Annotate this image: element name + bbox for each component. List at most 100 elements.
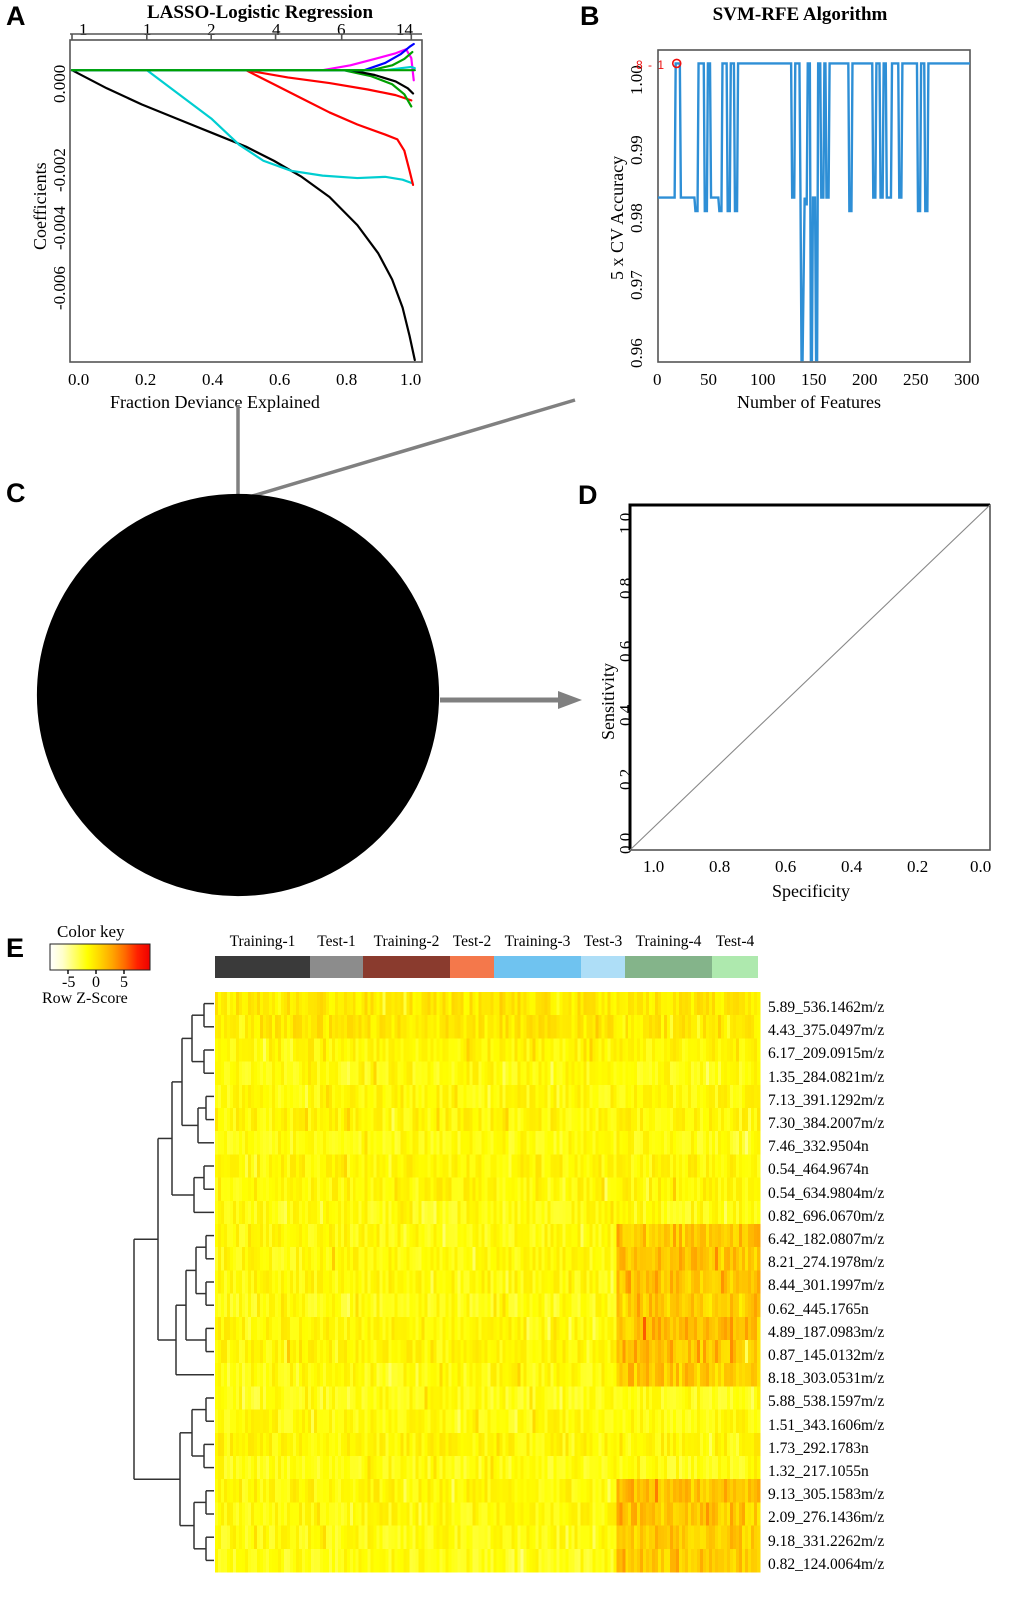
heatmap-cell (757, 1479, 761, 1503)
svm-rfe-accuracy-line (658, 62, 970, 362)
heatmap-cell (757, 1154, 761, 1179)
heatmap-cell (757, 1177, 761, 1202)
heatmap-cell (757, 1015, 761, 1039)
heatmap-cell (757, 1409, 761, 1434)
heatmap-row-label-2: 6.17_209.0915m/z (768, 1045, 885, 1063)
heatmap-body (215, 992, 761, 1573)
panel-b-title: SVM-RFE Algorithm (712, 4, 888, 25)
color-key-title: Color key (57, 922, 125, 941)
panel-letter-e: E (6, 933, 25, 963)
panel-c-venn (36, 493, 440, 897)
heatmap-row-label-21: 9.13_305.1583m/z (768, 1486, 885, 1504)
heatmap-row-label-0: 5.89_536.1462m/z (768, 999, 885, 1016)
color-key-gradient (49, 943, 151, 974)
lasso-path-8 (70, 50, 414, 72)
heatmap-row-label-16: 8.18_303.0531m/z (768, 1370, 885, 1388)
lasso-path-2 (70, 69, 415, 186)
panel-b-y-tick-3: 0.99 (627, 135, 646, 165)
panel-b-plot (657, 49, 971, 363)
panel-a-y-axis-label: Coefficients (30, 162, 50, 250)
heatmap-cell (757, 1084, 761, 1109)
heatmap-cell (757, 1293, 761, 1318)
group-swatch-4 (494, 956, 581, 978)
heatmap-row-label-17: 5.88_538.1597m/z (768, 1393, 885, 1411)
venn-inner-label: LASSO (203, 698, 266, 719)
heatmap-row-label-10: 6.42_182.0807m/z (768, 1231, 885, 1248)
heatmap-cell (757, 1247, 761, 1271)
panel-letter-b: B (580, 1, 600, 31)
heatmap-row-label-8: 0.54_634.9804m/z (768, 1184, 885, 1202)
group-swatch-5 (581, 956, 625, 978)
heatmap-row-label-20: 1.32_217.1055n (768, 1463, 869, 1480)
heatmap-cell (757, 1224, 761, 1248)
group-swatch-2 (363, 956, 450, 978)
heatmap-row-label-4: 7.13_391.1292m/z (768, 1091, 885, 1109)
heatmap-group-colorbar (215, 956, 758, 978)
group-swatch-6 (625, 956, 712, 978)
heatmap-row-label-5: 7.30_384.2007m/z (768, 1115, 885, 1132)
panel-a-y-tick-1: -0.002 (50, 148, 69, 192)
heatmap-cell (757, 1502, 761, 1527)
heatmap-cell (757, 1108, 761, 1132)
heatmap-cell (757, 1548, 761, 1573)
panel-d-x-tick-3: 0.4 (841, 857, 863, 876)
heatmap-row-label-9: 0.82_696.0670m/z (768, 1207, 885, 1225)
panel-d-plot (628, 503, 991, 851)
panel-letter-a: A (6, 1, 26, 31)
panel-a-top-tick-5: 14 (396, 20, 413, 39)
panel-a-top-tick-0: 1 (79, 20, 88, 39)
lasso-path-0 (70, 69, 416, 362)
heatmap-row-label-12: 8.44_301.1997m/z (768, 1277, 885, 1295)
panel-d-y-axis-label: Sensitivity (598, 662, 618, 740)
group-swatch-1 (310, 956, 363, 978)
heatmap-row-label-1: 4.43_375.0497m/z (768, 1022, 885, 1040)
heatmap-cell (757, 1340, 761, 1364)
venn-inner-circle-lasso (146, 647, 246, 747)
group-swatch-7 (712, 956, 758, 978)
group-label-6: Training-4 (635, 933, 702, 950)
panel-letter-d: D (578, 480, 598, 510)
group-label-0: Training-1 (229, 933, 296, 950)
heatmap-cell (757, 992, 761, 1016)
heatmap-cell (757, 1200, 761, 1225)
panel-b-y-axis-label: 5 x CV Accuracy (607, 155, 627, 280)
connector-c-to-d-arrowhead (558, 691, 582, 709)
figure-root: A LASSO-Logistic Regression 1 1 2 4 6 14… (0, 0, 1020, 1600)
heatmap-row-label-11: 8.21_274.1978m/z (768, 1254, 885, 1272)
color-key-subtitle: Row Z-Score (42, 990, 128, 1007)
heatmap-cell (757, 1131, 761, 1155)
heatmap-row-label-6: 7.46_332.9504n (768, 1138, 869, 1156)
heatmap-cell (757, 1316, 761, 1341)
group-swatch-0 (215, 956, 310, 978)
panel-d-x-tick-1: 0.8 (709, 857, 731, 876)
heatmap-row-label-15: 0.87_145.0132m/z (768, 1347, 885, 1364)
panel-a-plot (69, 33, 423, 363)
heatmap-row-dendrogram (133, 1002, 214, 1562)
color-key-bar (49, 943, 151, 971)
group-label-7: Test-4 (715, 933, 755, 950)
venn-outer-count: 286 (288, 592, 317, 613)
heatmap-row-label-18: 1.51_343.1606m/z (768, 1416, 885, 1434)
heatmap-cell (757, 1432, 761, 1457)
heatmap-cell (757, 1061, 761, 1086)
group-label-5: Test-3 (583, 933, 623, 950)
group-label-4: Training-3 (504, 933, 571, 950)
panel-d-x-axis-label: Specificity (772, 881, 850, 901)
group-swatch-3 (450, 956, 494, 978)
panel-a-y-tick-0: 0.000 (50, 64, 69, 103)
heatmap-cell (757, 1270, 761, 1295)
heatmap-cell (757, 1386, 761, 1411)
heatmap-row-label-14: 4.89_187.0983m/z (768, 1323, 885, 1341)
heatmap-row-label-13: 0.62_445.1765n (768, 1300, 869, 1318)
venn-overlap-label: Overlap (197, 625, 264, 646)
group-label-1: Test-1 (317, 933, 356, 950)
heatmap-row-label-24: 0.82_124.0064m/z (768, 1555, 885, 1573)
heatmap-row-label-19: 1.73_292.1783n (768, 1439, 869, 1457)
venn-outer-label: SVM_RFE (302, 663, 392, 684)
panel-d-x-tick-0: 1.0 (643, 857, 665, 876)
panel-d-x-tick-4: 0.2 (907, 857, 929, 876)
roc-chance-diagonal (629, 504, 991, 851)
group-label-2: Training-2 (373, 933, 440, 950)
heatmap-row-label-23: 9.18_331.2262m/z (768, 1532, 885, 1550)
panel-d-x-tick-2: 0.6 (775, 857, 797, 876)
